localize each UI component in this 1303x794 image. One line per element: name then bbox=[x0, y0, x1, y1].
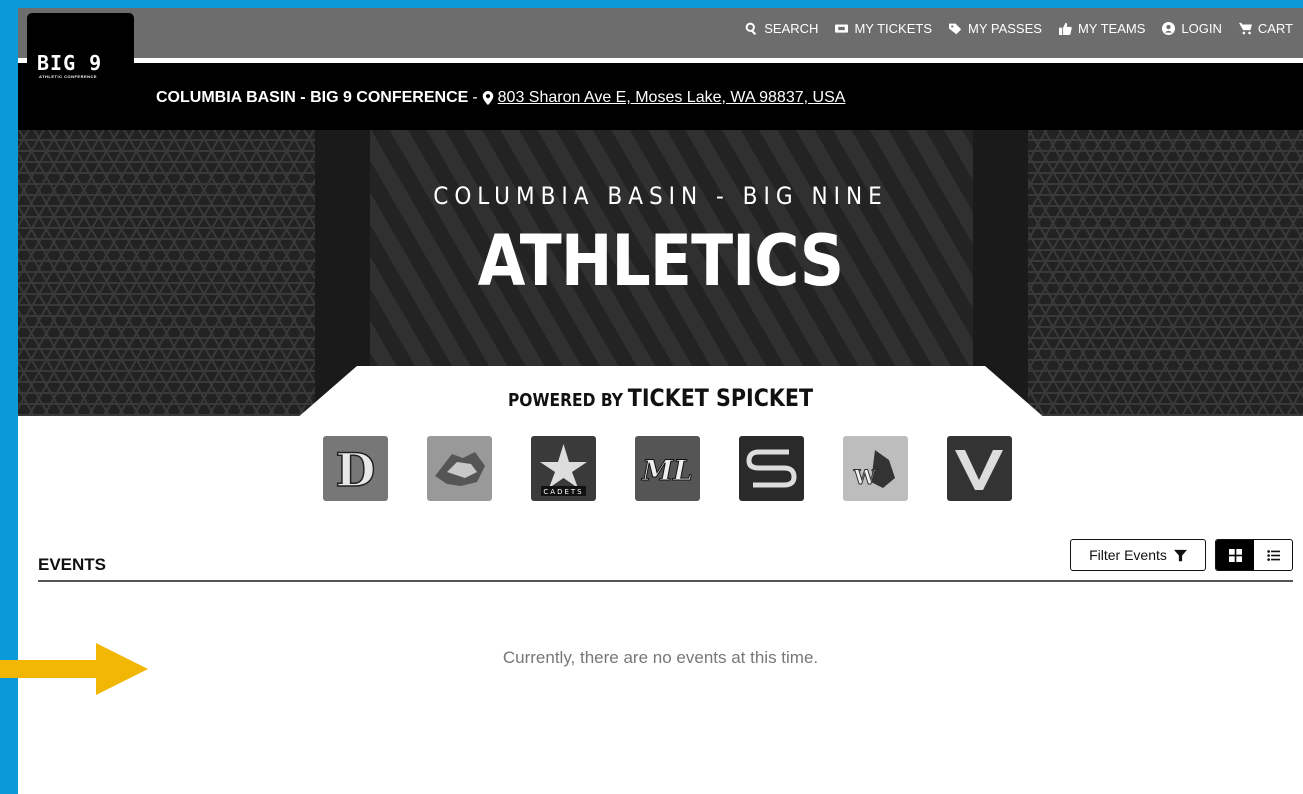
nav-label: CART bbox=[1257, 21, 1293, 36]
hero-title: ATHLETICS bbox=[477, 220, 844, 302]
events-heading: EVENTS bbox=[38, 555, 107, 574]
top-bar: SEARCH MY TICKETS MY PASSES MY TEAMS LOG… bbox=[18, 8, 1303, 58]
team-label: ML bbox=[641, 454, 693, 487]
team-label: D bbox=[336, 443, 376, 497]
filter-label: Filter Events bbox=[1089, 547, 1167, 563]
team-logo-s[interactable] bbox=[739, 436, 804, 501]
powered-by: POWERED BY TICKET SPICKET bbox=[108, 384, 1213, 412]
team-ml-icon: ML bbox=[641, 454, 694, 488]
nav-cart[interactable]: CART bbox=[1238, 21, 1293, 36]
no-events-message: Currently, there are no events at this t… bbox=[502, 648, 819, 667]
brand-name: TICKET SPICKET bbox=[627, 384, 814, 412]
hero-subtitle: COLUMBIA BASIN - BIG NINE bbox=[433, 182, 888, 210]
conference-separator: - bbox=[472, 89, 478, 106]
nav-label: SEARCH bbox=[764, 21, 819, 36]
team-logo-wolf[interactable] bbox=[427, 436, 492, 501]
logo-subtext: ATHLETIC CONFERENCE bbox=[39, 74, 98, 79]
nav-label: MY PASSES bbox=[968, 21, 1042, 36]
nav-label: MY TICKETS bbox=[854, 21, 932, 36]
user-circle-icon bbox=[1162, 22, 1176, 35]
conference-line: COLUMBIA BASIN - BIG 9 CONFERENCE - 803 … bbox=[156, 89, 845, 107]
team-logo-cadets[interactable]: CADETS bbox=[531, 436, 596, 501]
team-label: W bbox=[853, 465, 877, 489]
team-s-icon bbox=[746, 449, 797, 488]
events-divider bbox=[38, 580, 1293, 582]
team-w-icon: W bbox=[852, 450, 895, 490]
top-nav: SEARCH MY TICKETS MY PASSES MY TEAMS LOG… bbox=[745, 21, 1293, 36]
cart-icon bbox=[1238, 22, 1252, 35]
thumbs-up-icon bbox=[1058, 22, 1072, 35]
conference-bar: COLUMBIA BASIN - BIG 9 CONFERENCE - 803 … bbox=[18, 63, 1303, 130]
team-logo-d[interactable]: D bbox=[323, 436, 388, 501]
wolf-icon bbox=[435, 452, 485, 486]
nav-my-teams[interactable]: MY TEAMS bbox=[1058, 21, 1146, 36]
nav-my-passes[interactable]: MY PASSES bbox=[949, 21, 1042, 36]
team-logos: D CADETS ML W bbox=[323, 436, 1012, 501]
grid-icon bbox=[1228, 548, 1242, 562]
star-icon: CADETS bbox=[540, 444, 587, 496]
team-logo-wv[interactable] bbox=[947, 436, 1012, 501]
team-wv-icon bbox=[955, 450, 1003, 490]
nav-label: LOGIN bbox=[1181, 21, 1222, 36]
team-logo-ml[interactable]: ML bbox=[635, 436, 700, 501]
nav-my-tickets[interactable]: MY TICKETS bbox=[835, 21, 932, 36]
map-pin-icon bbox=[482, 91, 493, 105]
view-toggle bbox=[1215, 539, 1293, 571]
search-icon bbox=[745, 22, 757, 35]
powered-by-label: POWERED BY bbox=[507, 390, 623, 411]
team-d-icon: D bbox=[335, 442, 376, 498]
hero-banner: COLUMBIA BASIN - BIG NINE ATHLETICS POWE… bbox=[18, 130, 1303, 416]
nav-label: MY TEAMS bbox=[1077, 21, 1146, 36]
nav-search[interactable]: SEARCH bbox=[745, 21, 818, 36]
conference-name: COLUMBIA BASIN - BIG 9 CONFERENCE bbox=[156, 89, 469, 106]
tag-icon bbox=[949, 23, 962, 35]
grid-view-button[interactable] bbox=[1216, 540, 1254, 570]
conference-logo[interactable]: BIG 9 ATHLETIC CONFERENCE bbox=[27, 13, 134, 82]
list-view-button[interactable] bbox=[1254, 540, 1292, 570]
arrow-icon bbox=[0, 643, 148, 695]
ticket-icon bbox=[835, 24, 849, 33]
filter-icon bbox=[1173, 549, 1187, 561]
nav-login[interactable]: LOGIN bbox=[1162, 21, 1222, 36]
filter-events-button[interactable]: Filter Events bbox=[1070, 539, 1206, 571]
conference-address-link[interactable]: 803 Sharon Ave E, Moses Lake, WA 98837, … bbox=[498, 89, 846, 107]
list-icon bbox=[1266, 549, 1280, 561]
page: SEARCH MY TICKETS MY PASSES MY TEAMS LOG… bbox=[18, 8, 1303, 794]
team-label: CADETS bbox=[543, 488, 583, 496]
team-logo-w[interactable]: W bbox=[843, 436, 908, 501]
logo-text: BIG 9 bbox=[37, 51, 103, 75]
